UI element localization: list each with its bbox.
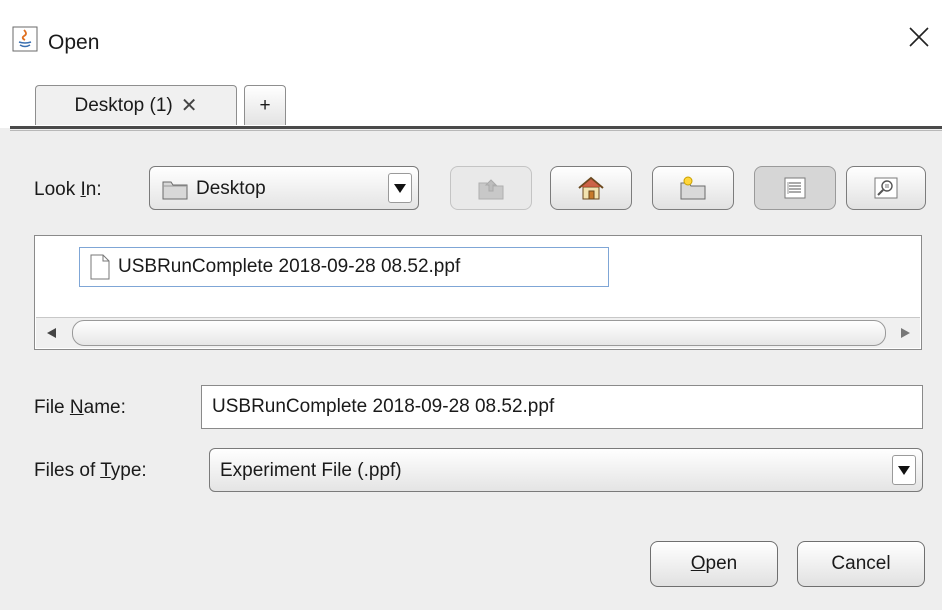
title-bar: Open	[0, 0, 942, 88]
files-of-type-label: Files of Type:	[34, 460, 147, 481]
look-in-combo[interactable]: Desktop	[149, 166, 419, 210]
up-folder-icon	[478, 179, 504, 200]
cancel-button[interactable]: Cancel	[797, 541, 925, 587]
open-button-label: Open	[690, 553, 738, 574]
scrollbar-thumb[interactable]	[72, 320, 886, 346]
list-view-icon	[784, 177, 806, 199]
tab-desktop[interactable]: Desktop (1) ✕	[35, 85, 237, 125]
tab-label: Desktop (1)	[74, 94, 173, 116]
new-folder-icon	[680, 176, 706, 200]
files-of-type-value: Experiment File (.ppf)	[220, 460, 402, 481]
scroll-right-arrow-icon[interactable]	[890, 318, 920, 348]
file-list[interactable]: USBRunComplete 2018-09-28 08.52.ppf	[34, 235, 922, 350]
chevron-down-icon[interactable]	[388, 173, 412, 203]
folder-icon	[162, 181, 188, 200]
close-icon	[909, 27, 929, 47]
look-in-label: Look In:	[34, 179, 102, 200]
scroll-left-arrow-icon[interactable]	[36, 318, 66, 348]
file-name-label: File Name:	[34, 397, 126, 418]
tab-close-icon[interactable]: ✕	[181, 93, 198, 118]
up-one-level-button[interactable]	[450, 166, 532, 210]
files-of-type-combo[interactable]: Experiment File (.ppf)	[209, 448, 923, 492]
details-view-button[interactable]	[846, 166, 926, 210]
file-name-value: USBRunComplete 2018-09-28 08.52.ppf	[212, 396, 555, 417]
home-button[interactable]	[550, 166, 632, 210]
tab-divider-light	[10, 130, 942, 131]
details-view-icon	[874, 177, 898, 199]
tab-add-button[interactable]: +	[244, 85, 286, 125]
chevron-down-icon[interactable]	[892, 455, 916, 485]
file-name-label: USBRunComplete 2018-09-28 08.52.ppf	[118, 256, 461, 277]
java-icon	[12, 26, 38, 52]
list-view-button[interactable]	[754, 166, 836, 210]
window-close-button[interactable]	[896, 14, 942, 60]
tab-divider	[10, 126, 942, 129]
plus-icon: +	[259, 94, 271, 116]
horizontal-scrollbar[interactable]	[36, 317, 920, 348]
file-icon	[90, 254, 110, 280]
window-title: Open	[48, 31, 100, 54]
home-icon	[578, 176, 604, 200]
list-item[interactable]: USBRunComplete 2018-09-28 08.52.ppf	[79, 247, 609, 287]
look-in-value: Desktop	[196, 178, 266, 199]
tab-strip: Desktop (1) ✕ +	[0, 76, 942, 128]
open-button[interactable]: Open	[650, 541, 778, 587]
file-name-field[interactable]: USBRunComplete 2018-09-28 08.52.ppf	[201, 385, 923, 429]
cancel-button-label: Cancel	[831, 553, 891, 574]
create-new-folder-button[interactable]	[652, 166, 734, 210]
